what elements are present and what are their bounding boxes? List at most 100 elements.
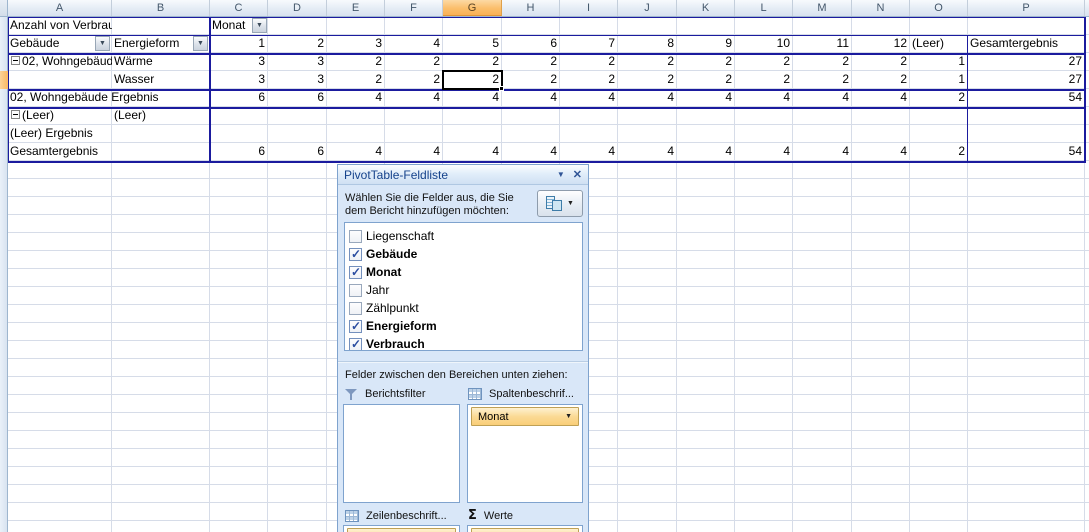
- value-cell[interactable]: 4: [852, 89, 910, 107]
- value-cell[interactable]: 3: [268, 71, 327, 89]
- value-field-button-partial[interactable]: [471, 528, 579, 532]
- value-cell[interactable]: 4: [327, 143, 385, 161]
- total-value-cell[interactable]: 27: [968, 71, 1085, 89]
- column-header-I[interactable]: I: [560, 0, 618, 16]
- field-section-layout-button[interactable]: ▼: [537, 190, 583, 217]
- row-label[interactable]: (Leer): [8, 107, 112, 125]
- value-cell[interactable]: 4: [677, 89, 735, 107]
- pivot-row-field2-cell[interactable]: Energieform: [112, 35, 194, 53]
- column-header-G[interactable]: G: [443, 0, 502, 16]
- field-item-zählpunkt[interactable]: Zählpunkt: [349, 299, 580, 317]
- value-cell[interactable]: 2: [677, 71, 735, 89]
- value-cell[interactable]: 6: [268, 89, 327, 107]
- value-cell[interactable]: 2: [327, 53, 385, 71]
- column-header-O[interactable]: O: [910, 0, 968, 16]
- value-cell[interactable]: 2: [618, 71, 677, 89]
- value-cell[interactable]: 2: [502, 53, 560, 71]
- month-header-3[interactable]: 3: [327, 35, 385, 53]
- value-cell[interactable]: 2: [560, 71, 618, 89]
- field-item-liegenschaft[interactable]: Liegenschaft: [349, 227, 580, 245]
- row-label-2[interactable]: Wärme: [112, 53, 210, 71]
- month-header-2[interactable]: 2: [268, 35, 327, 53]
- month-header-6[interactable]: 6: [502, 35, 560, 53]
- unchecked-checkbox[interactable]: [349, 230, 362, 243]
- panel-close-icon[interactable]: ✕: [573, 168, 582, 181]
- value-cell[interactable]: 2: [502, 71, 560, 89]
- leer-value-cell[interactable]: 2: [910, 143, 968, 161]
- value-cell[interactable]: 4: [502, 143, 560, 161]
- value-cell[interactable]: 2: [793, 71, 852, 89]
- month-header-11[interactable]: 11: [793, 35, 852, 53]
- gebaeude-filter-dropdown[interactable]: ▼: [95, 36, 110, 51]
- leer-header[interactable]: (Leer): [910, 35, 968, 53]
- field-item-energieform[interactable]: Energieform: [349, 317, 580, 335]
- value-cell[interactable]: 2: [385, 53, 443, 71]
- month-header-7[interactable]: 7: [560, 35, 618, 53]
- collapse-icon[interactable]: [11, 56, 20, 65]
- grand-total-header[interactable]: Gesamtergebnis: [968, 35, 1085, 53]
- row-header-strip[interactable]: [0, 17, 8, 532]
- value-cell[interactable]: 2: [852, 71, 910, 89]
- month-header-8[interactable]: 8: [618, 35, 677, 53]
- column-header-J[interactable]: J: [618, 0, 677, 16]
- month-header-12[interactable]: 12: [852, 35, 910, 53]
- column-header-M[interactable]: M: [793, 0, 852, 16]
- column-header-B[interactable]: B: [112, 0, 210, 16]
- value-cell[interactable]: 2: [560, 53, 618, 71]
- value-cell[interactable]: 4: [443, 89, 502, 107]
- value-cell[interactable]: 4: [852, 143, 910, 161]
- unchecked-checkbox[interactable]: [349, 302, 362, 315]
- unchecked-checkbox[interactable]: [349, 284, 362, 297]
- value-cell[interactable]: 2: [443, 53, 502, 71]
- field-item-monat[interactable]: Monat: [349, 263, 580, 281]
- month-header-4[interactable]: 4: [385, 35, 443, 53]
- monat-filter-dropdown[interactable]: ▼: [252, 18, 267, 33]
- row-labels-dropzone[interactable]: [343, 525, 460, 532]
- row-label[interactable]: [8, 71, 112, 89]
- total-value-cell[interactable]: 54: [968, 89, 1085, 107]
- value-cell[interactable]: 2: [618, 53, 677, 71]
- value-cell[interactable]: 2: [852, 53, 910, 71]
- leer-value-cell[interactable]: 1: [910, 71, 968, 89]
- value-cell[interactable]: 2: [735, 53, 793, 71]
- column-header-D[interactable]: D: [268, 0, 327, 16]
- column-header-C[interactable]: C: [210, 0, 268, 16]
- column-header-E[interactable]: E: [327, 0, 385, 16]
- panel-menu-caret-icon[interactable]: ▼: [557, 170, 565, 179]
- value-cell[interactable]: 4: [618, 143, 677, 161]
- row-field-button-partial[interactable]: [347, 528, 456, 532]
- report-filter-dropzone[interactable]: [343, 404, 460, 503]
- column-header-N[interactable]: N: [852, 0, 910, 16]
- total-value-cell[interactable]: 27: [968, 53, 1085, 71]
- value-cell[interactable]: 4: [502, 89, 560, 107]
- checked-checkbox[interactable]: [349, 248, 362, 261]
- column-header-H[interactable]: H: [502, 0, 560, 16]
- row-label[interactable]: Gesamtergebnis: [8, 143, 210, 161]
- values-dropzone[interactable]: [467, 525, 583, 532]
- value-cell[interactable]: 2: [793, 53, 852, 71]
- value-cell[interactable]: 4: [735, 89, 793, 107]
- leer-value-cell[interactable]: 1: [910, 53, 968, 71]
- monat-field-button[interactable]: Monat ▼: [471, 407, 579, 426]
- value-cell[interactable]: 6: [210, 89, 268, 107]
- value-cell[interactable]: 4: [793, 89, 852, 107]
- value-cell[interactable]: 3: [210, 53, 268, 71]
- energieform-filter-dropdown[interactable]: ▼: [193, 36, 208, 51]
- row-label[interactable]: (Leer) Ergebnis: [8, 125, 210, 143]
- collapse-icon[interactable]: [11, 110, 20, 119]
- month-header-5[interactable]: 5: [443, 35, 502, 53]
- row-label[interactable]: 02, Wohngebäud: [8, 53, 112, 71]
- value-cell[interactable]: 4: [327, 89, 385, 107]
- value-cell[interactable]: 4: [560, 143, 618, 161]
- field-item-gebäude[interactable]: Gebäude: [349, 245, 580, 263]
- field-item-verbrauch[interactable]: Verbrauch: [349, 335, 580, 351]
- pivot-column-field-cell[interactable]: Monat: [210, 17, 252, 35]
- row-label-2[interactable]: Wasser: [112, 71, 210, 89]
- panel-titlebar[interactable]: PivotTable-Feldliste ▼ ✕: [338, 165, 588, 185]
- value-cell[interactable]: 3: [268, 53, 327, 71]
- column-labels-dropzone[interactable]: Monat ▼: [467, 404, 583, 503]
- column-header-K[interactable]: K: [677, 0, 735, 16]
- column-header-F[interactable]: F: [385, 0, 443, 16]
- month-header-1[interactable]: 1: [210, 35, 268, 53]
- value-cell[interactable]: 4: [793, 143, 852, 161]
